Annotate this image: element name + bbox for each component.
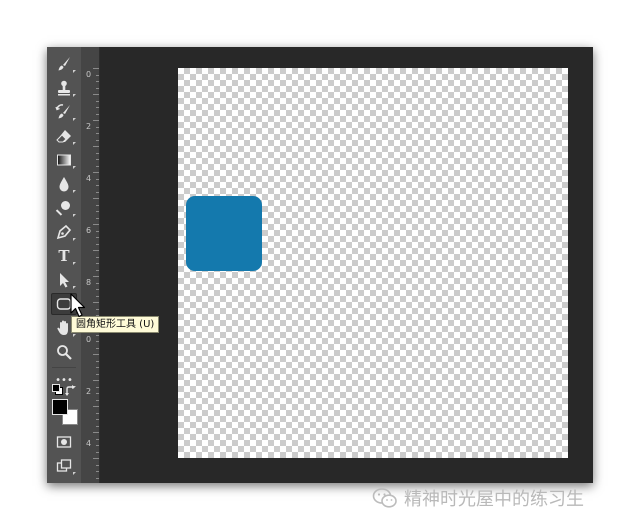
- vertical-ruler: 0 2 4 6 8 0 2 4: [81, 47, 100, 483]
- default-colors-icon[interactable]: [52, 384, 63, 395]
- ruler-label: 4: [86, 174, 92, 183]
- ruler-label: 0: [86, 335, 92, 344]
- ruler-tick: [96, 127, 99, 128]
- quick-mask-icon[interactable]: [51, 431, 77, 453]
- zoom-tool-icon[interactable]: [51, 341, 77, 363]
- ruler-label: 0: [86, 70, 92, 79]
- ruler-tick: [93, 432, 99, 433]
- eraser-tool-icon[interactable]: [51, 125, 77, 147]
- ruler-tick: [96, 166, 99, 167]
- type-tool-icon[interactable]: T: [51, 245, 77, 267]
- ruler-tick: [93, 146, 99, 147]
- ruler-tick: [96, 465, 99, 466]
- ruler-tick: [96, 185, 99, 186]
- ruler-tick: [96, 231, 99, 232]
- ruler-tick: [96, 439, 99, 440]
- ruler-tick: [96, 289, 99, 290]
- ruler-tick: [96, 159, 99, 160]
- ruler-tick: [96, 413, 99, 414]
- ruler-tick: [93, 224, 99, 225]
- ruler-tick: [93, 172, 99, 173]
- ruler-tick: [96, 218, 99, 219]
- ruler-label: 6: [86, 226, 92, 235]
- ruler-tick: [96, 374, 99, 375]
- foreground-background-color[interactable]: [52, 399, 80, 427]
- ruler-tick: [96, 107, 99, 108]
- ruler-tick: [96, 452, 99, 453]
- wechat-icon: [372, 488, 397, 508]
- ruler-tick: [96, 140, 99, 141]
- ruler-tick: [96, 75, 99, 76]
- ruler-tick: [96, 270, 99, 271]
- ruler-tick: [96, 393, 99, 394]
- ruler-tick: [96, 367, 99, 368]
- ruler-tick: [96, 81, 99, 82]
- ruler-tick: [96, 244, 99, 245]
- ruler-tick: [96, 361, 99, 362]
- ruler-tick: [96, 101, 99, 102]
- ruler-tick: [96, 283, 99, 284]
- ruler-tick: [96, 335, 99, 336]
- ruler-tick: [96, 263, 99, 264]
- ruler-tick: [93, 302, 99, 303]
- ruler-tick: [96, 114, 99, 115]
- ruler-tick: [96, 309, 99, 310]
- ruler-tick: [93, 458, 99, 459]
- dodge-tool-icon[interactable]: [51, 197, 77, 219]
- ruler-tick: [96, 133, 99, 134]
- ruler-tick: [93, 380, 99, 381]
- foreground-color-swatch[interactable]: [52, 399, 68, 415]
- gradient-tool-icon[interactable]: [51, 149, 77, 171]
- ruler-tick: [93, 354, 99, 355]
- ruler-tick: [96, 179, 99, 180]
- ruler-label: 2: [86, 387, 92, 396]
- ruler-label: 2: [86, 122, 92, 131]
- ruler-tick: [96, 192, 99, 193]
- ruler-tick: [96, 153, 99, 154]
- ruler-tick: [96, 387, 99, 388]
- ruler-tick: [93, 94, 99, 95]
- ruler-label: 4: [86, 439, 92, 448]
- ruler-tick: [96, 478, 99, 479]
- ruler-tick: [96, 419, 99, 420]
- ruler-tick: [96, 471, 99, 472]
- ruler-tick: [96, 237, 99, 238]
- ruler-tick: [96, 400, 99, 401]
- toolbar-divider: [52, 367, 76, 368]
- mouse-cursor-icon: [70, 293, 86, 318]
- pen-tool-icon[interactable]: [51, 221, 77, 243]
- ruler-tick: [96, 445, 99, 446]
- rounded-rectangle-shape[interactable]: [186, 196, 262, 271]
- tools-panel: T •••: [47, 47, 81, 483]
- ruler-tick: [96, 296, 99, 297]
- ruler-tick: [96, 341, 99, 342]
- ruler-tick: [96, 205, 99, 206]
- ruler-tick: [96, 426, 99, 427]
- path-selection-tool-icon[interactable]: [51, 269, 77, 291]
- ruler-tick: [96, 348, 99, 349]
- ruler-tick: [96, 211, 99, 212]
- ruler-tick: [96, 88, 99, 89]
- watermark: 精神时光屋中的练习生: [372, 486, 584, 510]
- history-brush-tool-icon[interactable]: [51, 101, 77, 123]
- ruler-label: 8: [86, 278, 92, 287]
- clone-stamp-tool-icon[interactable]: [51, 77, 77, 99]
- type-tool-label: T: [58, 247, 70, 265]
- ruler-tick: [93, 276, 99, 277]
- blur-tool-icon[interactable]: [51, 173, 77, 195]
- ruler-tick: [93, 406, 99, 407]
- ruler-tick: [93, 120, 99, 121]
- swap-colors-icon[interactable]: [65, 382, 77, 396]
- ruler-tick: [93, 250, 99, 251]
- ruler-tick: [93, 68, 99, 69]
- ruler-tick: [93, 198, 99, 199]
- watermark-text: 精神时光屋中的练习生: [404, 489, 584, 510]
- ruler-tick: [96, 257, 99, 258]
- screen-mode-icon[interactable]: [51, 455, 77, 477]
- brush-tool-icon[interactable]: [51, 53, 77, 75]
